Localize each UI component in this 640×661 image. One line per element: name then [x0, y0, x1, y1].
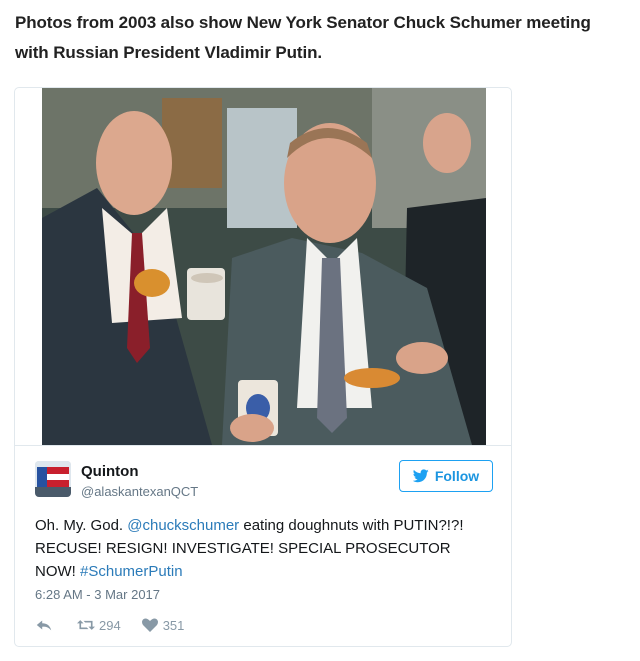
- mention-link[interactable]: @chuckschumer: [127, 517, 239, 534]
- like-button[interactable]: 351: [141, 617, 185, 633]
- article-paragraph: Photos from 2003 also show New York Sena…: [15, 13, 591, 62]
- retweet-icon: [77, 620, 95, 630]
- avatar[interactable]: [35, 461, 71, 497]
- tweet-display-name[interactable]: Quinton: [81, 463, 138, 480]
- tweet-text-part: Oh. My. God.: [35, 517, 128, 534]
- follow-label: Follow: [434, 468, 480, 484]
- reply-button[interactable]: [35, 617, 57, 633]
- divider: [15, 445, 511, 446]
- tweet-timestamp[interactable]: 6:28 AM - 3 Mar 2017: [35, 587, 160, 602]
- tweet-actions: 294 351: [35, 616, 204, 634]
- tweet-photo[interactable]: [42, 88, 486, 445]
- tweet-text: Oh. My. God. @chuckschumer eating doughn…: [35, 514, 495, 583]
- like-count: 351: [162, 617, 185, 633]
- retweet-button[interactable]: 294: [77, 617, 121, 633]
- heart-icon: [141, 618, 158, 632]
- follow-button[interactable]: Follow: [399, 460, 493, 492]
- retweet-count: 294: [99, 617, 121, 633]
- reply-icon: [36, 620, 52, 631]
- tweet-screen-name[interactable]: @alaskantexanQCT: [81, 484, 198, 499]
- twitter-bird-icon: [412, 469, 429, 483]
- embedded-tweet: Quinton @alaskantexanQCT Follow Oh. My. …: [14, 87, 512, 647]
- hashtag-link[interactable]: #SchumerPutin: [80, 563, 183, 580]
